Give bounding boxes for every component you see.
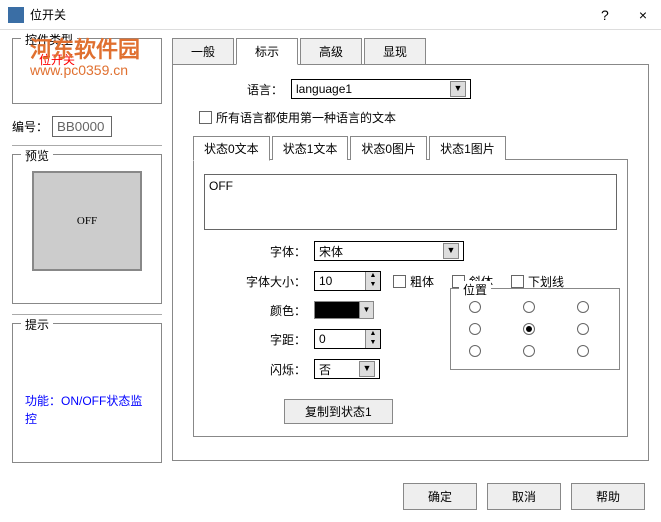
app-icon bbox=[8, 7, 24, 23]
chevron-down-icon: ▼ bbox=[359, 361, 375, 377]
pos-radio-tl[interactable] bbox=[469, 301, 481, 313]
tab-advanced[interactable]: 高级 bbox=[300, 38, 362, 64]
spin-up-icon[interactable]: ▲ bbox=[366, 330, 380, 339]
spin-down-icon[interactable]: ▼ bbox=[366, 339, 380, 348]
tab-content: 语言： language1 ▼ 所有语言都使用第一种语言的文本 状态0文本 状态… bbox=[172, 65, 649, 461]
font-label: 字体： bbox=[244, 243, 306, 260]
all-lang-label: 所有语言都使用第一种语言的文本 bbox=[216, 109, 396, 126]
copy-to-state1-button[interactable]: 复制到状态1 bbox=[284, 399, 393, 424]
pos-radio-ml[interactable] bbox=[469, 323, 481, 335]
underline-checkbox[interactable] bbox=[511, 275, 524, 288]
pos-radio-tc[interactable] bbox=[523, 301, 535, 313]
window-title: 位开关 bbox=[30, 6, 595, 23]
spin-up-icon[interactable]: ▲ bbox=[366, 272, 380, 281]
position-legend: 位置 bbox=[459, 281, 491, 298]
position-group: 位置 bbox=[450, 288, 620, 370]
font-size-input[interactable]: ▲▼ bbox=[314, 271, 381, 291]
pos-radio-bl[interactable] bbox=[469, 345, 481, 357]
hint-text: 功能：ON/OFF状态监控 bbox=[21, 332, 153, 448]
pos-radio-tr[interactable] bbox=[577, 301, 589, 313]
subtab-state1-image[interactable]: 状态1图片 bbox=[429, 136, 506, 160]
spacing-label: 字距： bbox=[244, 331, 306, 348]
tab-general[interactable]: 一般 bbox=[172, 38, 234, 64]
help-icon[interactable]: ? bbox=[595, 7, 615, 23]
bit-switch-label: 位开关 bbox=[39, 51, 153, 68]
number-label: 编号： bbox=[12, 118, 48, 135]
underline-label: 下划线 bbox=[528, 273, 564, 290]
ok-button[interactable]: 确定 bbox=[403, 483, 477, 510]
bold-label: 粗体 bbox=[410, 273, 434, 290]
hint-group: 提示 功能：ON/OFF状态监控 bbox=[12, 323, 162, 463]
main-tabs: 一般 标示 高级 显现 bbox=[172, 38, 649, 65]
preview-box: OFF bbox=[32, 171, 142, 271]
control-type-legend: 控件类型 bbox=[21, 31, 77, 48]
preview-legend: 预览 bbox=[21, 147, 53, 164]
tab-sign[interactable]: 标示 bbox=[236, 38, 298, 65]
font-select[interactable]: 宋体 ▼ bbox=[314, 241, 464, 261]
spin-down-icon[interactable]: ▼ bbox=[366, 281, 380, 290]
spacing-input[interactable]: ▲▼ bbox=[314, 329, 381, 349]
preview-text: OFF bbox=[77, 215, 97, 227]
preview-group: 预览 OFF bbox=[12, 154, 162, 304]
language-label: 语言： bbox=[213, 81, 283, 98]
blink-label: 闪烁： bbox=[244, 361, 306, 378]
help-button[interactable]: 帮助 bbox=[571, 483, 645, 510]
color-picker[interactable]: ▼ bbox=[314, 301, 374, 319]
pos-radio-br[interactable] bbox=[577, 345, 589, 357]
close-icon[interactable]: × bbox=[633, 7, 653, 23]
control-type-group: 控件类型 位开关 bbox=[12, 38, 162, 104]
number-input[interactable] bbox=[52, 116, 112, 137]
chevron-down-icon: ▼ bbox=[443, 243, 459, 259]
sub-tabs: 状态0文本 状态1文本 状态0图片 状态1图片 bbox=[193, 136, 628, 160]
cancel-button[interactable]: 取消 bbox=[487, 483, 561, 510]
subtab-state0-text[interactable]: 状态0文本 bbox=[193, 136, 270, 161]
state-text-input[interactable] bbox=[204, 174, 617, 230]
blink-select[interactable]: 否 ▼ bbox=[314, 359, 380, 379]
chevron-down-icon: ▼ bbox=[450, 81, 466, 97]
color-label: 颜色： bbox=[244, 302, 306, 319]
pos-radio-mr[interactable] bbox=[577, 323, 589, 335]
pos-radio-bc[interactable] bbox=[523, 345, 535, 357]
subtab-state0-image[interactable]: 状态0图片 bbox=[350, 136, 427, 160]
all-lang-checkbox[interactable] bbox=[199, 111, 212, 124]
titlebar: 位开关 ? × bbox=[0, 0, 661, 30]
language-select[interactable]: language1 ▼ bbox=[291, 79, 471, 99]
font-size-label: 字体大小： bbox=[244, 273, 306, 290]
chevron-down-icon: ▼ bbox=[359, 302, 373, 318]
pos-radio-mc[interactable] bbox=[523, 323, 535, 335]
tab-visibility[interactable]: 显现 bbox=[364, 38, 426, 64]
bold-checkbox[interactable] bbox=[393, 275, 406, 288]
hint-legend: 提示 bbox=[21, 316, 53, 333]
subtab-state1-text[interactable]: 状态1文本 bbox=[272, 136, 349, 160]
